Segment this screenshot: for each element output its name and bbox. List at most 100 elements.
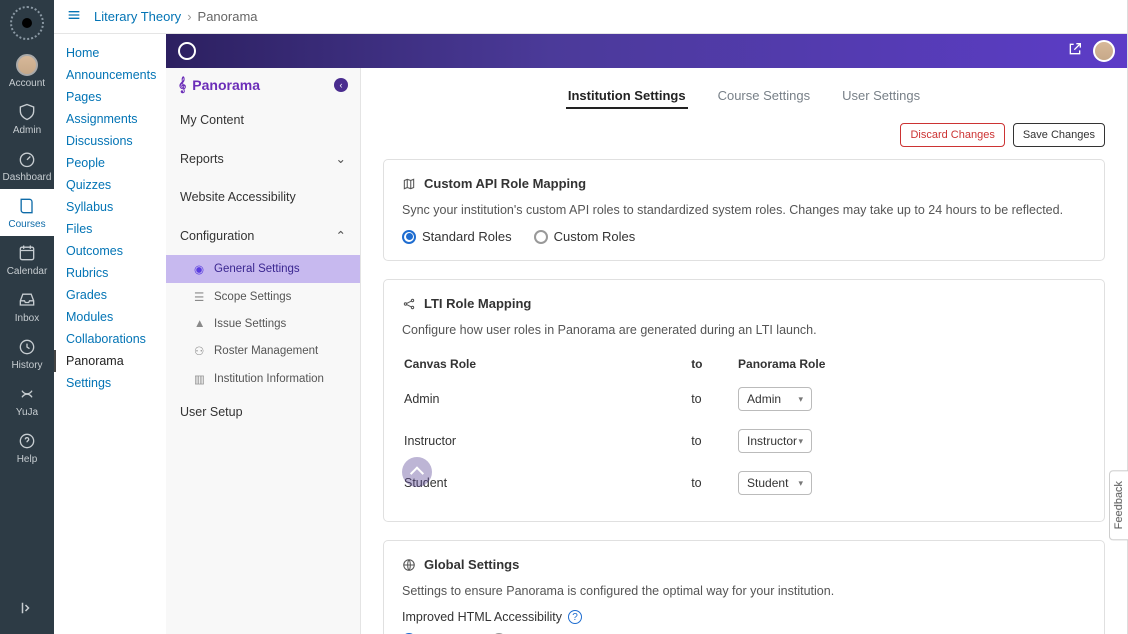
map-icon (402, 177, 416, 191)
gear-icon: ◉ (194, 262, 206, 276)
table-row: Student to Student▾ (404, 463, 1084, 503)
yuja-icon (16, 383, 38, 405)
card-desc: Settings to ensure Panorama is configure… (402, 584, 1086, 598)
course-nav-assignments[interactable]: Assignments (54, 108, 166, 130)
breadcrumb: Literary Theory › Panorama (54, 0, 1127, 34)
pnav-sub-general[interactable]: ◉General Settings (166, 255, 360, 283)
course-nav-pages[interactable]: Pages (54, 86, 166, 108)
course-nav-files[interactable]: Files (54, 218, 166, 240)
breadcrumb-root[interactable]: Literary Theory (94, 9, 181, 24)
chevron-right-icon: › (187, 9, 191, 24)
user-avatar-icon[interactable] (1093, 40, 1115, 62)
pnav-accessibility[interactable]: Website Accessibility (166, 178, 360, 216)
pnav-sub-issue[interactable]: ▲Issue Settings (166, 311, 360, 337)
card-lti-role-mapping: LTI Role Mapping Configure how user role… (383, 279, 1105, 522)
table-row: Instructor to Instructor▾ (404, 421, 1084, 461)
help-icon (16, 430, 38, 452)
breadcrumb-current: Panorama (198, 9, 258, 24)
chevron-up-icon: ⌃ (336, 228, 346, 243)
nav-admin[interactable]: Admin (0, 95, 54, 142)
chevron-down-icon: ▾ (799, 478, 804, 489)
course-nav-settings[interactable]: Settings (54, 372, 166, 394)
radio-custom-roles[interactable]: Custom Roles (534, 229, 636, 244)
setting-html-access: Improved HTML Accessibility? (402, 610, 1086, 624)
tool-header (166, 34, 1127, 68)
discard-button[interactable]: Discard Changes (900, 123, 1004, 147)
select-panorama-role[interactable]: Instructor▾ (738, 429, 812, 453)
warning-icon: ▲ (194, 318, 206, 330)
table-row: Admin to Admin▾ (404, 379, 1084, 419)
course-nav-announcements[interactable]: Announcements (54, 64, 166, 86)
course-nav-syllabus[interactable]: Syllabus (54, 196, 166, 218)
pnav-configuration[interactable]: Configuration⌃ (166, 216, 360, 255)
book-icon (16, 195, 38, 217)
calendar-icon (16, 242, 38, 264)
building-icon: ▥ (194, 372, 206, 386)
panorama-logo-icon (178, 42, 196, 60)
select-panorama-role[interactable]: Student▾ (738, 471, 812, 495)
th-canvas-role: Canvas Role (404, 351, 689, 377)
nav-history[interactable]: History (0, 330, 54, 377)
nav-account[interactable]: Account (0, 48, 54, 95)
chevron-down-icon: ⌄ (336, 151, 346, 166)
card-desc: Sync your institution's custom API roles… (402, 203, 1086, 217)
collapse-sidebar-icon[interactable]: ‹ (334, 78, 348, 92)
course-nav-collaborations[interactable]: Collaborations (54, 328, 166, 350)
canvas-logo-icon[interactable] (10, 6, 44, 40)
collapse-nav-icon[interactable] (18, 599, 36, 622)
global-nav: Account Admin Dashboard Courses Calendar… (0, 0, 54, 634)
th-to: to (691, 351, 736, 377)
pnav-sub-institution[interactable]: ▥Institution Information (166, 365, 360, 393)
avatar-icon (16, 54, 38, 76)
course-nav-discussions[interactable]: Discussions (54, 130, 166, 152)
course-nav-modules[interactable]: Modules (54, 306, 166, 328)
card-desc: Configure how user roles in Panorama are… (402, 323, 1086, 337)
clock-icon (16, 336, 38, 358)
nav-calendar[interactable]: Calendar (0, 236, 54, 283)
role-table: Canvas Role to Panorama Role Admin to Ad… (402, 349, 1086, 505)
pnav-sub-roster[interactable]: ⚇Roster Management (166, 337, 360, 365)
nav-courses[interactable]: Courses (0, 189, 54, 236)
th-panorama-role: Panorama Role (738, 351, 1084, 377)
nav-help[interactable]: Help (0, 424, 54, 471)
people-icon: ⚇ (194, 344, 206, 358)
shield-icon (16, 101, 38, 123)
pnav-sub-scope[interactable]: ☰Scope Settings (166, 283, 360, 311)
course-nav-home[interactable]: Home (54, 42, 166, 64)
course-nav-people[interactable]: People (54, 152, 166, 174)
course-nav-panorama[interactable]: Panorama (54, 350, 166, 372)
radio-dot-icon (534, 230, 548, 244)
panorama-word: 𝄞Panorama (178, 76, 260, 93)
nav-dashboard[interactable]: Dashboard (0, 142, 54, 189)
pnav-user-setup[interactable]: User Setup (166, 393, 360, 431)
nav-inbox[interactable]: Inbox (0, 283, 54, 330)
settings-content: Institution Settings Course Settings Use… (361, 68, 1127, 634)
swirl-icon: 𝄞 (178, 76, 186, 93)
chevron-down-icon: ▾ (799, 436, 804, 447)
share-icon (402, 297, 416, 311)
open-external-icon[interactable] (1067, 41, 1083, 62)
card-global-settings: Global Settings Settings to ensure Panor… (383, 540, 1105, 634)
course-nav-grades[interactable]: Grades (54, 284, 166, 306)
radio-standard-roles[interactable]: Standard Roles (402, 229, 512, 244)
course-nav: Home Announcements Pages Assignments Dis… (54, 34, 166, 634)
inbox-icon (16, 289, 38, 311)
pnav-my-content[interactable]: My Content (166, 101, 360, 139)
pnav-reports[interactable]: Reports⌄ (166, 139, 360, 178)
help-icon[interactable]: ? (568, 610, 582, 624)
hamburger-icon[interactable] (66, 7, 82, 26)
save-button[interactable]: Save Changes (1013, 123, 1105, 147)
course-nav-outcomes[interactable]: Outcomes (54, 240, 166, 262)
panorama-sidebar: 𝄞Panorama ‹ My Content Reports⌄ Website … (166, 68, 361, 634)
panorama-brand: 𝄞Panorama ‹ (166, 68, 360, 101)
tab-institution[interactable]: Institution Settings (566, 84, 688, 109)
course-nav-quizzes[interactable]: Quizzes (54, 174, 166, 196)
tab-user[interactable]: User Settings (840, 84, 922, 109)
feedback-tab[interactable]: Feedback (1109, 470, 1128, 540)
tab-course[interactable]: Course Settings (716, 84, 813, 109)
select-panorama-role[interactable]: Admin▾ (738, 387, 812, 411)
sliders-icon: ☰ (194, 290, 206, 304)
nav-yuja[interactable]: YuJa (0, 377, 54, 424)
course-nav-rubrics[interactable]: Rubrics (54, 262, 166, 284)
gauge-icon (16, 148, 38, 170)
